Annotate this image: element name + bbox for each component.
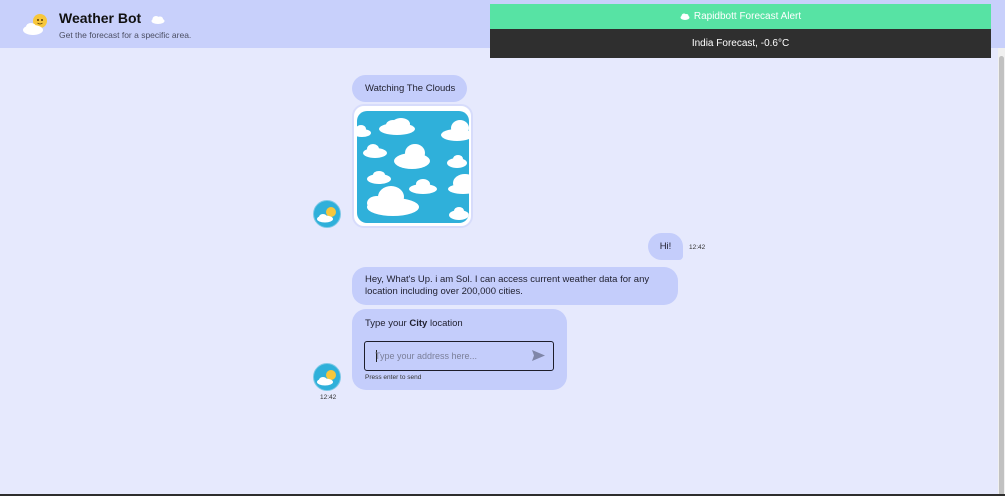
input-hint: Press enter to send — [365, 374, 422, 381]
clouds-illustration — [357, 118, 469, 220]
bot-avatar — [313, 200, 341, 228]
scrollbar-thumb[interactable] — [999, 56, 1004, 496]
prompt-bold: City — [409, 318, 428, 329]
sun-cloud-icon — [317, 370, 336, 386]
bot-message: Watching The Clouds — [352, 75, 467, 102]
cloud-icon — [680, 13, 690, 20]
app-subtitle: Get the forecast for a specific area. — [59, 30, 192, 40]
message-text: Hey, What's Up. i am Sol. I can access c… — [365, 274, 650, 297]
bot-message: Hey, What's Up. i am Sol. I can access c… — [352, 267, 678, 305]
alert-header: Rapidbott Forecast Alert — [490, 4, 991, 29]
address-input-box[interactable] — [364, 341, 554, 371]
sun-cloud-icon — [23, 14, 47, 35]
send-icon[interactable] — [532, 350, 545, 361]
message-time: 12:42 — [320, 394, 337, 401]
sun-cloud-icon — [317, 207, 336, 223]
forecast-alert: Rapidbott Forecast Alert India Forecast,… — [490, 4, 991, 58]
scrollbar[interactable] — [998, 48, 1005, 496]
alert-title: Rapidbott Forecast Alert — [693, 11, 802, 22]
address-input[interactable] — [375, 348, 525, 364]
prompt-post: location — [429, 318, 463, 329]
bot-avatar — [313, 363, 341, 391]
prompt-text: Type your City location — [365, 318, 463, 329]
alert-message: India Forecast, -0.6°C — [490, 29, 991, 58]
cloud-icon — [151, 16, 165, 24]
prompt-pre: Type your — [365, 318, 407, 329]
user-message: Hi! — [648, 233, 683, 260]
message-text: Watching The Clouds — [365, 82, 456, 94]
message-time: 12:42 — [689, 244, 706, 251]
message-text: Hi! — [659, 240, 672, 252]
app-title: Weather Bot — [59, 10, 142, 26]
clouds-image[interactable] — [352, 104, 473, 228]
